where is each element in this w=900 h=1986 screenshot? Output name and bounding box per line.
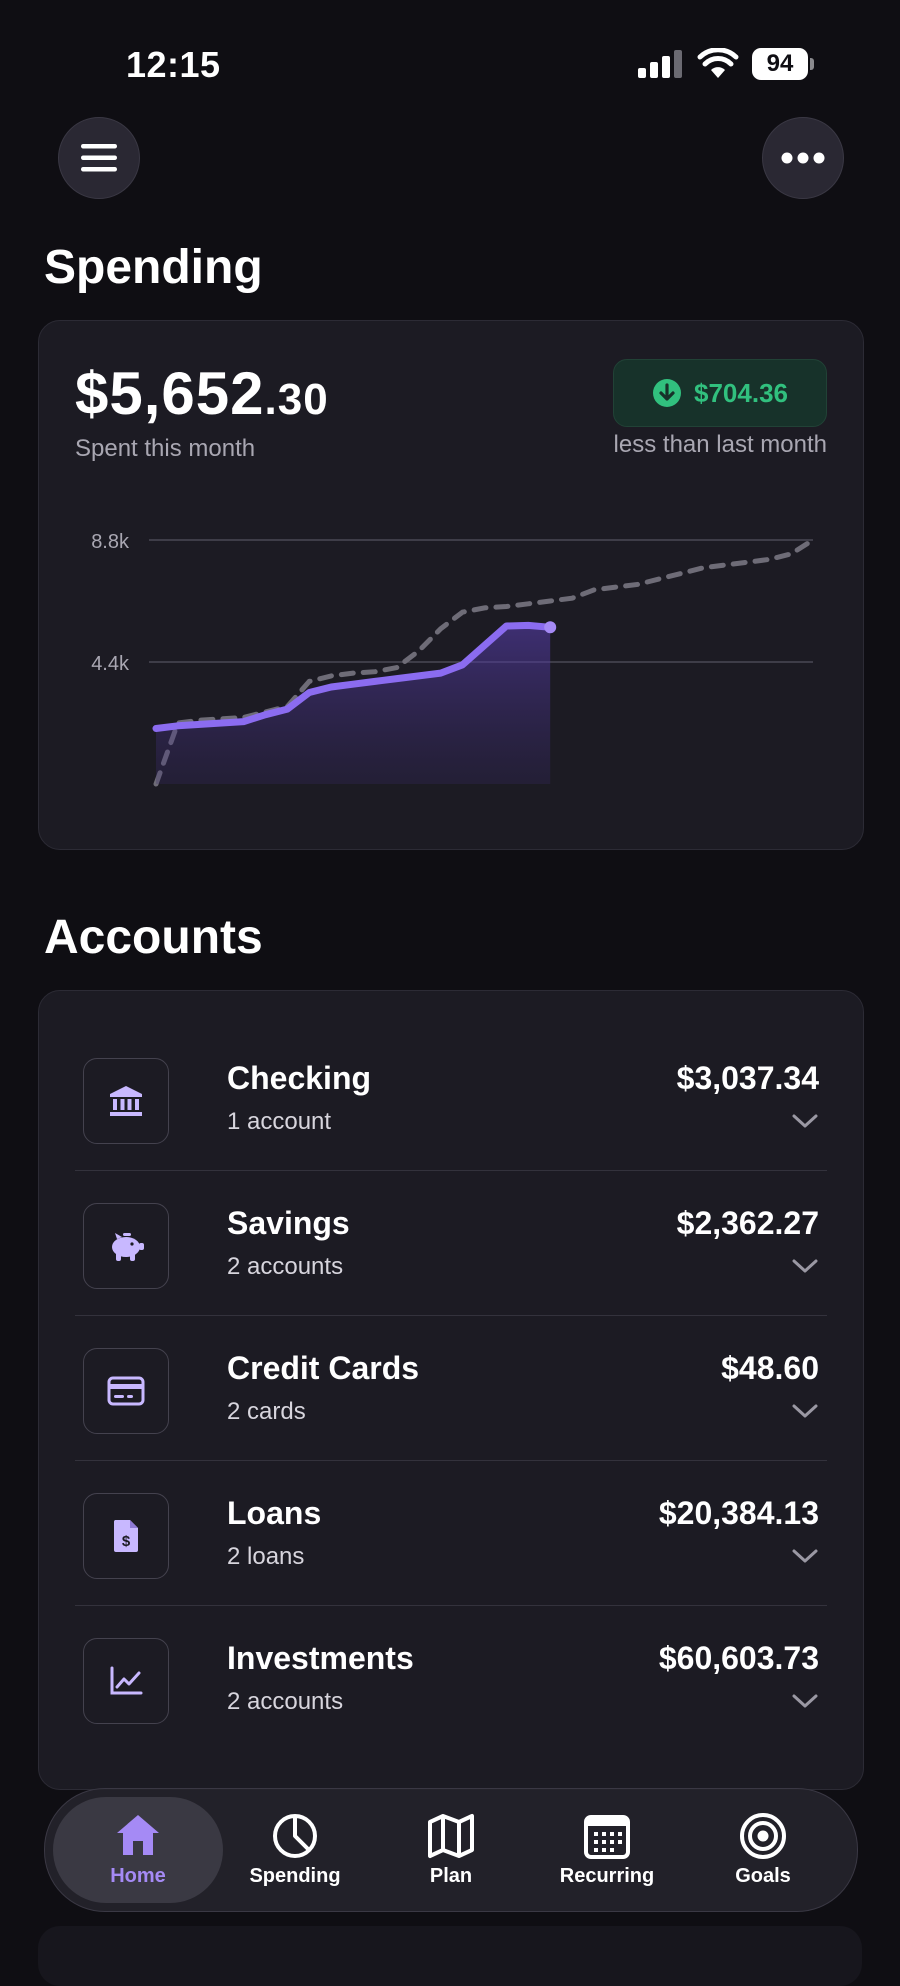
account-name: Loans [227, 1495, 322, 1531]
spent-amount: $5,652.30 [75, 360, 329, 427]
map-icon [428, 1814, 474, 1858]
account-row-checking[interactable]: Checking 1 account $3,037.34 [75, 1026, 827, 1171]
account-row-investments[interactable]: Investments 2 accounts $60,603.73 [75, 1606, 827, 1751]
y-tick-label: 4.4k [91, 653, 130, 675]
bank-icon [83, 1058, 169, 1144]
account-name: Checking [227, 1060, 372, 1096]
svg-text:$: $ [122, 1533, 131, 1550]
chevron-down-icon[interactable] [791, 1112, 819, 1130]
menu-button[interactable] [58, 117, 140, 199]
spending-card[interactable]: $5,652.30 Spent this month $704.36 less … [38, 320, 864, 850]
spending-chart: 8.8k 4.4k [91, 531, 816, 787]
more-options-button[interactable] [762, 117, 844, 199]
spending-section-title: Spending [44, 241, 263, 294]
account-balance: $2,362.27 [676, 1205, 819, 1241]
next-section-card [38, 1926, 862, 1986]
arrow-down-circle-icon [653, 379, 681, 407]
nav-goals[interactable]: Goals [688, 1789, 838, 1911]
chevron-down-icon[interactable] [791, 1257, 819, 1275]
wifi-icon [697, 48, 739, 78]
account-name: Investments [227, 1640, 414, 1676]
account-count: 2 loans [227, 1543, 305, 1570]
account-count: 1 account [227, 1108, 332, 1135]
y-tick-label: 8.8k [91, 531, 130, 553]
spent-amount-label: Spent this month [75, 435, 256, 462]
nav-spending[interactable]: Spending [220, 1789, 370, 1911]
chevron-down-icon[interactable] [791, 1547, 819, 1565]
nav-home[interactable]: Home [63, 1789, 213, 1911]
nav-plan[interactable]: Plan [376, 1789, 526, 1911]
account-name: Savings [227, 1205, 350, 1241]
chevron-down-icon[interactable] [791, 1692, 819, 1710]
nav-recurring[interactable]: Recurring [532, 1789, 682, 1911]
credit-card-icon [83, 1348, 169, 1434]
accounts-section-title: Accounts [44, 911, 263, 964]
account-row-credit-cards[interactable]: Credit Cards 2 cards $48.60 [75, 1316, 827, 1461]
target-icon [740, 1813, 786, 1859]
cellular-signal-icon [638, 50, 682, 78]
bottom-navigation: Home Spending Plan Recurring Goals [44, 1788, 858, 1912]
account-balance: $60,603.73 [658, 1640, 819, 1676]
account-name: Credit Cards [227, 1350, 420, 1386]
delta-amount: $704.36 [694, 377, 788, 408]
account-balance: $3,037.34 [676, 1060, 819, 1096]
battery-level: 94 [752, 48, 808, 80]
ellipsis-icon [781, 152, 825, 164]
loan-document-icon: $ [83, 1493, 169, 1579]
account-balance: $48.60 [721, 1350, 819, 1386]
account-balance: $20,384.13 [658, 1495, 819, 1531]
accounts-card: Checking 1 account $3,037.34 Savings 2 a… [38, 990, 864, 1790]
account-count: 2 cards [227, 1398, 306, 1425]
calendar-icon [584, 1815, 630, 1859]
account-row-loans[interactable]: $ Loans 2 loans $20,384.13 [75, 1461, 827, 1606]
account-count: 2 accounts [227, 1688, 344, 1715]
account-count: 2 accounts [227, 1253, 344, 1280]
hamburger-menu-icon [81, 144, 117, 172]
line-chart-icon [83, 1638, 169, 1724]
status-bar: 12:15 94 [0, 0, 900, 120]
status-time: 12:15 [126, 44, 221, 85]
this-month-area [156, 625, 551, 784]
pie-chart-icon [273, 1814, 317, 1858]
delta-label: less than last month [613, 431, 827, 458]
home-icon [117, 1815, 159, 1855]
current-point [544, 621, 557, 634]
chevron-down-icon[interactable] [791, 1402, 819, 1420]
battery-indicator: 94 [752, 48, 816, 80]
account-row-savings[interactable]: Savings 2 accounts $2,362.27 [75, 1171, 827, 1316]
piggy-bank-icon [83, 1203, 169, 1289]
spending-delta-badge: $704.36 [613, 359, 827, 427]
